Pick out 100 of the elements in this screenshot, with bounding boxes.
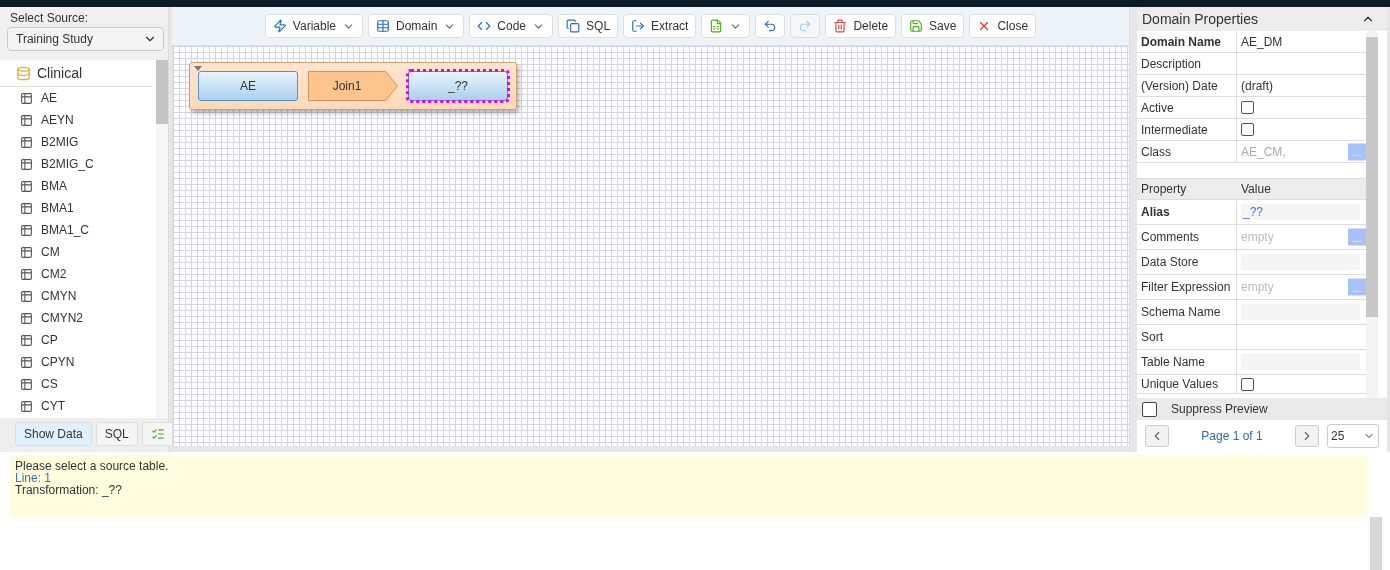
table-item[interactable]: CM bbox=[0, 241, 156, 263]
table-icon bbox=[20, 113, 33, 127]
column-header: Value bbox=[1240, 182, 1272, 196]
table-icon bbox=[20, 179, 33, 193]
checkbox[interactable] bbox=[1241, 377, 1254, 391]
toolbar-button[interactable]: SQL bbox=[558, 14, 619, 38]
table-item[interactable]: CYT bbox=[0, 395, 156, 417]
table-icon bbox=[20, 355, 33, 369]
table-icon bbox=[20, 311, 33, 325]
toolbar-button[interactable]: Delete bbox=[825, 14, 897, 38]
table-node[interactable]: _?? bbox=[408, 71, 508, 101]
placeholder-text: empty bbox=[1241, 280, 1274, 294]
toolbar-button[interactable] bbox=[755, 14, 786, 38]
code-icon bbox=[477, 19, 492, 33]
placeholder-text: empty bbox=[1241, 230, 1274, 244]
property-value: AE_CM, bbox=[1241, 144, 1286, 159]
property-value: (draft) bbox=[1241, 78, 1273, 93]
collapse-icon bbox=[194, 66, 202, 71]
next-page-button[interactable] bbox=[1295, 425, 1319, 447]
panel-button[interactable]: Show Data bbox=[15, 422, 92, 446]
property-label: Comments bbox=[1137, 225, 1237, 249]
input-field[interactable]: _?? bbox=[1241, 204, 1360, 220]
property-value: AE_DM bbox=[1241, 34, 1283, 49]
scrollbar[interactable] bbox=[1366, 31, 1378, 398]
table-icon bbox=[20, 157, 33, 171]
panel-button[interactable]: SQL bbox=[95, 422, 138, 446]
toolbar-button[interactable]: Extract bbox=[623, 14, 697, 38]
table-item[interactable]: BMA bbox=[0, 175, 156, 197]
table-icon bbox=[20, 223, 33, 237]
toolbar-button[interactable]: Variable bbox=[264, 14, 363, 38]
property-label: Filter Expression bbox=[1137, 275, 1237, 299]
previous-page-button[interactable] bbox=[1145, 425, 1169, 447]
table-icon bbox=[20, 245, 33, 259]
table-icon bbox=[20, 377, 33, 391]
table-icon bbox=[20, 333, 33, 347]
message-line: Transformation: _?? bbox=[15, 484, 123, 496]
toolbar-button[interactable]: Code bbox=[469, 14, 554, 38]
table-item[interactable]: CS bbox=[0, 373, 156, 395]
flow-group[interactable]: AE Join1 _?? bbox=[189, 62, 517, 110]
exit-icon bbox=[631, 19, 646, 33]
source-label: Select Source: bbox=[9, 10, 90, 27]
page-indicator: Page 1 of 1 bbox=[1200, 429, 1264, 443]
table-item[interactable]: BMA1_C bbox=[0, 219, 156, 241]
table-item[interactable]: CPYN bbox=[0, 351, 156, 373]
scrollbar-thumb[interactable] bbox=[156, 60, 168, 124]
table-icon bbox=[20, 289, 33, 303]
property-label: Intermediate bbox=[1137, 119, 1237, 140]
checkbox[interactable] bbox=[1241, 101, 1254, 114]
toolbar-button[interactable]: Domain bbox=[368, 14, 465, 38]
property-label: Alias bbox=[1137, 200, 1237, 224]
group-label: Clinical bbox=[37, 65, 83, 81]
redo-icon bbox=[798, 19, 813, 33]
table-item[interactable]: CP bbox=[0, 329, 156, 351]
table-icon bbox=[20, 201, 33, 215]
column-header: Property bbox=[1140, 182, 1188, 196]
property-label: Table Name bbox=[1137, 350, 1237, 374]
property-label: Data Store bbox=[1137, 250, 1237, 274]
trash-icon bbox=[833, 19, 848, 33]
table-icon bbox=[20, 91, 33, 105]
table-icon bbox=[20, 399, 33, 413]
toolbar-button[interactable]: Save bbox=[901, 14, 965, 38]
checkbox-label: Suppress Preview bbox=[1171, 402, 1268, 416]
property-label: Class bbox=[1137, 141, 1237, 162]
table-icon bbox=[20, 135, 33, 149]
table-item[interactable]: CM2 bbox=[0, 263, 156, 285]
lightning-icon bbox=[272, 19, 287, 33]
scrollbar[interactable] bbox=[156, 60, 168, 418]
join-node[interactable]: Join1 bbox=[308, 71, 398, 101]
scrollbar-thumb[interactable] bbox=[1366, 37, 1378, 317]
property-label: Unique Values bbox=[1137, 375, 1237, 393]
property-label: Domain Name bbox=[1137, 31, 1237, 52]
checklist-button[interactable] bbox=[141, 422, 174, 446]
source-select[interactable]: Training Study bbox=[7, 27, 164, 51]
table-item[interactable]: AE bbox=[0, 87, 156, 109]
table-item[interactable]: B2MIG_C bbox=[0, 153, 156, 175]
property-label: Sort bbox=[1137, 325, 1237, 349]
toolbar-button[interactable]: Close bbox=[969, 14, 1037, 38]
save-icon bbox=[909, 19, 924, 33]
checklist-icon bbox=[150, 427, 165, 441]
table-item[interactable]: CMYN bbox=[0, 285, 156, 307]
page-size-select[interactable]: 25 bbox=[1327, 424, 1379, 448]
scrollbar[interactable] bbox=[1370, 517, 1382, 570]
table-item[interactable]: B2MIG bbox=[0, 131, 156, 153]
database-icon bbox=[16, 65, 31, 81]
table-item[interactable]: BMA1 bbox=[0, 197, 156, 219]
message-line: Line: 1 bbox=[15, 472, 53, 484]
toolbar-button[interactable] bbox=[701, 14, 751, 38]
property-label: Active bbox=[1137, 97, 1237, 118]
table-item[interactable]: CMYN2 bbox=[0, 307, 156, 329]
table-node[interactable]: AE bbox=[198, 71, 298, 101]
design-canvas[interactable]: AE Join1 _?? bbox=[172, 46, 1129, 446]
table-icon bbox=[20, 267, 33, 281]
copy-icon bbox=[566, 19, 581, 33]
panel-title: Domain Properties bbox=[1142, 11, 1258, 27]
undo-icon bbox=[763, 19, 778, 33]
table-item[interactable]: AEYN bbox=[0, 109, 156, 131]
spreadsheet-icon bbox=[709, 19, 724, 33]
checkbox[interactable] bbox=[1241, 123, 1254, 136]
property-label: (Version) Date bbox=[1137, 75, 1237, 96]
checkbox[interactable] bbox=[1142, 401, 1157, 417]
